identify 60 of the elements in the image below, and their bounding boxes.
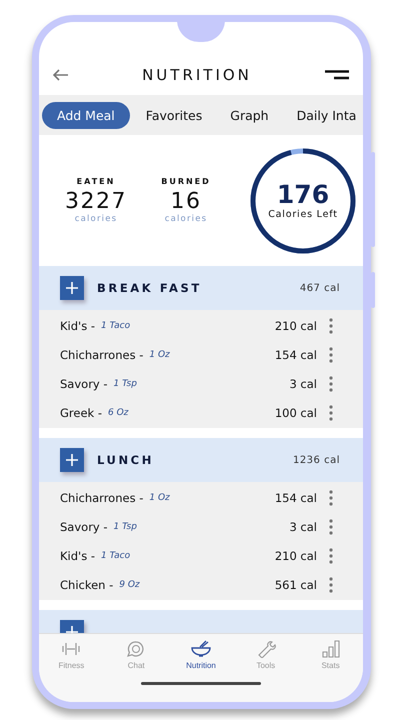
meal-title: LUNCH [97, 453, 154, 467]
stat-unit: calories [74, 214, 118, 224]
bowl-icon [190, 640, 212, 658]
food-calories: 3 cal [289, 520, 317, 534]
food-quantity: 1 Tsp [114, 378, 137, 388]
calories-left-value: 176 [276, 182, 330, 206]
dumbbell-icon [61, 640, 82, 658]
food-name: Kid's - [60, 548, 95, 562]
food-calories: 210 cal [274, 318, 317, 332]
more-icon[interactable] [329, 318, 333, 334]
stat-unit: calories [164, 214, 208, 224]
wrench-icon [256, 640, 276, 658]
food-quantity: 1 Oz [149, 492, 170, 502]
more-icon[interactable] [329, 576, 333, 592]
food-name: Chicken - [60, 578, 114, 592]
meal-total: 1236 cal [292, 454, 340, 466]
food-name: Savory - [60, 376, 108, 390]
stat-label: BURNED [161, 177, 211, 186]
more-icon[interactable] [329, 404, 333, 420]
stat-value: 16 [170, 189, 202, 214]
tab[interactable]: Favorites [134, 102, 214, 128]
meal-title: BREAK FAST [97, 281, 202, 295]
food-calories: 210 cal [274, 548, 317, 562]
tab[interactable]: Add Meal [42, 102, 130, 128]
tab[interactable]: Daily Inta [284, 102, 363, 128]
food-quantity: 6 Oz [108, 408, 128, 418]
back-arrow-icon[interactable] [53, 69, 69, 81]
bar-chart-icon [320, 640, 341, 658]
page-title: NUTRITION [142, 66, 252, 84]
more-icon[interactable] [329, 548, 333, 564]
food-calories: 154 cal [274, 348, 317, 362]
food-name: Savory - [60, 520, 108, 534]
add-button[interactable] [60, 276, 84, 300]
meal-total: 467 cal [300, 282, 340, 294]
stat-value: 3227 [65, 189, 127, 214]
food-calories: 561 cal [274, 578, 317, 592]
food-calories: 154 cal [274, 490, 317, 504]
more-icon[interactable] [329, 518, 333, 534]
calories-left-label: Calories Left [268, 208, 338, 220]
stat-label: EATEN [76, 177, 116, 186]
food-calories: 100 cal [274, 406, 317, 420]
food-name: Greek - [60, 406, 102, 420]
food-quantity: 1 Taco [101, 320, 130, 330]
food-name: Chicharrones - [60, 490, 144, 504]
tab[interactable]: Graph [218, 102, 281, 128]
menu-icon[interactable] [324, 70, 349, 80]
add-button[interactable] [60, 448, 84, 472]
food-quantity: 1 Taco [101, 550, 130, 560]
food-name: Chicharrones - [60, 348, 144, 362]
food-quantity: 1 Oz [149, 350, 170, 360]
more-icon[interactable] [329, 346, 333, 362]
chat-icon [126, 640, 146, 658]
notch [177, 22, 225, 42]
food-calories: 3 cal [289, 376, 317, 390]
more-icon[interactable] [329, 376, 333, 392]
food-quantity: 9 Oz [119, 580, 140, 590]
food-quantity: 1 Tsp [114, 522, 137, 532]
food-name: Kid's - [60, 318, 95, 332]
more-icon[interactable] [329, 490, 333, 506]
nav-item[interactable]: Nutrition [168, 640, 234, 670]
